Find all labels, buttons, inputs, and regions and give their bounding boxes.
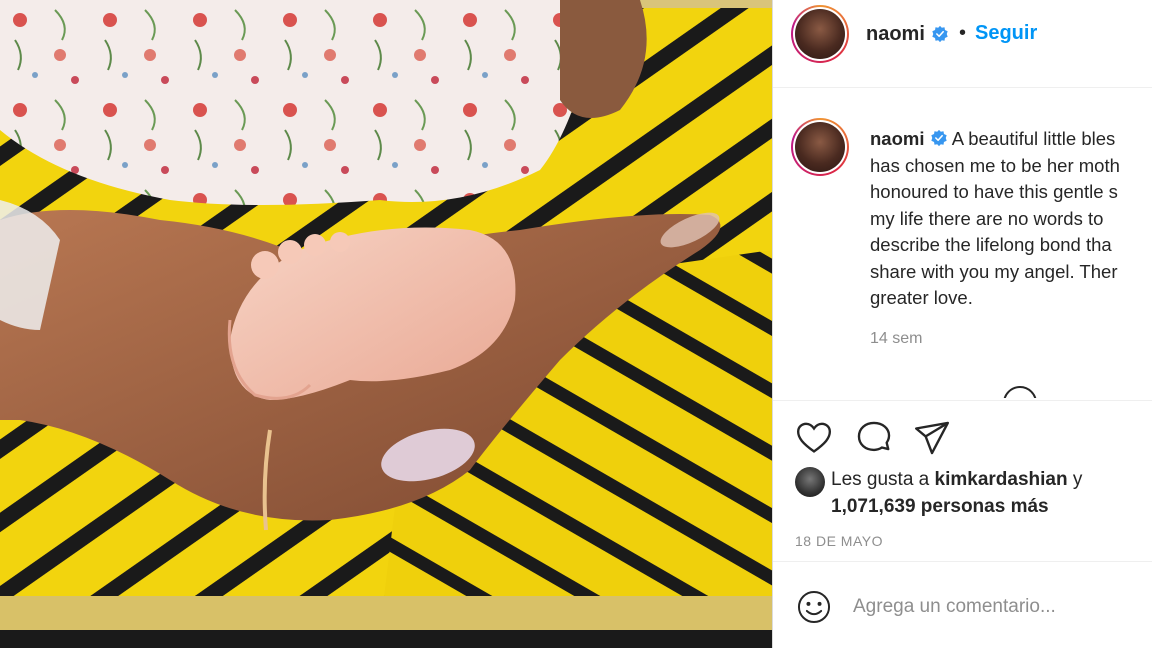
caption-line: honoured to have this gentle s [870,181,1118,202]
post-date[interactable]: 18 DE MAYO [795,533,883,549]
liker-avatar[interactable] [795,467,825,497]
header-separator: • [959,22,967,44]
follow-button[interactable]: Seguir [975,22,1037,45]
caption-line: has chosen me to be her moth [870,154,1120,176]
caption-line: A beautiful little bles [951,128,1116,149]
post-header: naomi • Seguir [773,0,1152,88]
emoji-icon[interactable] [795,588,833,626]
caption-line: greater love. [870,287,973,308]
likes-count[interactable]: 1,071,639 personas más [831,496,1049,518]
author-avatar[interactable] [791,5,849,63]
post-actions: Les gusta a kimkardashian y 1,071,639 pe… [773,400,1152,648]
caption-line: share with you my angel. Ther [870,260,1118,282]
photo-bottom-border [0,630,772,648]
post-photo[interactable] [0,0,772,648]
loading-spinner-icon [1003,386,1037,398]
caption-line: my life there are no words to [870,207,1104,229]
heart-icon[interactable] [795,419,833,457]
caption-line: describe the lifelong bond tha [870,234,1112,255]
author-username[interactable]: naomi [866,23,925,46]
post-sidebar: naomi • Seguir naomi A beautiful little … [772,0,1152,648]
verified-icon [932,25,948,43]
caption-username[interactable]: naomi [870,128,924,149]
liker-username[interactable]: kimkardashian [935,469,1068,490]
caption-timestamp[interactable]: 14 sem [870,330,922,348]
comment-icon[interactable] [855,419,893,457]
photo-illustration [0,0,772,630]
caption-text: naomi A beautiful little bles has chosen… [870,126,1152,312]
caption-avatar[interactable] [791,118,849,176]
likes-conjunction: y [1072,469,1083,490]
comment-bar [773,561,1152,648]
comment-input[interactable] [853,590,1143,624]
share-icon[interactable] [913,419,951,457]
likes-prefix: Les gusta a [831,469,930,490]
verified-icon [930,129,947,147]
